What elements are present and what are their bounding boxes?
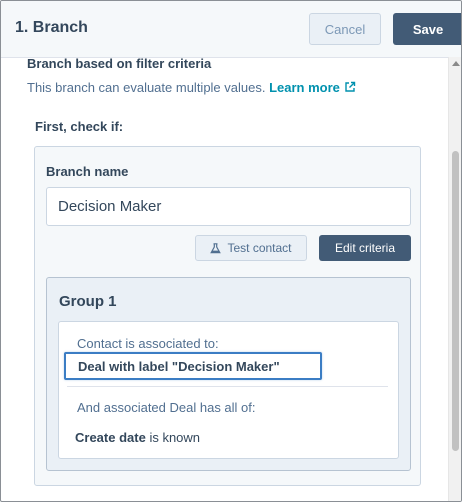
branch-name-label: Branch name xyxy=(46,164,129,179)
cancel-button[interactable]: Cancel xyxy=(309,13,381,45)
condition-property: Create date xyxy=(75,430,146,445)
scroll-up-arrow-icon[interactable] xyxy=(452,61,460,66)
learn-more-link[interactable]: Learn more xyxy=(269,80,356,95)
first-check-label: First, check if: xyxy=(35,119,124,134)
learn-more-label: Learn more xyxy=(269,80,340,95)
deal-association-label[interactable]: Deal with label "Decision Maker" xyxy=(64,352,322,380)
panel-header: 1. Branch Cancel Save xyxy=(1,1,461,58)
branch-panel: 1. Branch Cancel Save Branch based on fi… xyxy=(0,0,462,502)
branch-name-value: Decision Maker xyxy=(58,198,162,215)
test-contact-button[interactable]: Test contact xyxy=(195,235,307,261)
test-contact-label: Test contact xyxy=(227,241,292,255)
external-link-icon xyxy=(345,81,356,92)
associated-deal-text: And associated Deal has all of: xyxy=(77,400,256,415)
branch-name-input[interactable]: Decision Maker xyxy=(46,187,411,226)
vertical-scrollbar[interactable] xyxy=(448,57,461,501)
condition-operator: is known xyxy=(149,430,201,445)
section-heading: Branch based on filter criteria xyxy=(27,56,212,71)
section-description: This branch can evaluate multiple values… xyxy=(27,80,356,95)
condition-row: Create date is known xyxy=(75,430,200,445)
group-title: Group 1 xyxy=(59,293,117,310)
scroll-thumb[interactable] xyxy=(452,151,459,451)
flask-icon xyxy=(210,242,222,253)
panel-title: 1. Branch xyxy=(15,19,88,36)
edit-criteria-button[interactable]: Edit criteria xyxy=(319,235,411,261)
association-text: Contact is associated to: xyxy=(77,336,219,351)
save-button[interactable]: Save xyxy=(393,13,461,45)
description-text: This branch can evaluate multiple values… xyxy=(27,80,266,95)
criteria-divider xyxy=(67,386,388,387)
deal-label-text: Deal with label "Decision Maker" xyxy=(78,358,280,374)
